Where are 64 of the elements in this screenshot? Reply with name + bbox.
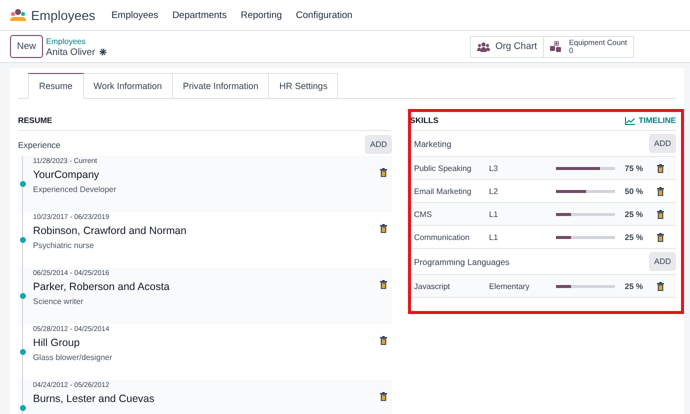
job-title: Science writer — [33, 297, 84, 306]
menu-item[interactable]: Employees — [111, 10, 158, 20]
record-name: Anita Oliver — [46, 46, 96, 58]
timeline-link[interactable]: TIMELINE — [624, 116, 676, 125]
line-chart-icon — [624, 116, 635, 124]
skill-level: L1 — [489, 210, 499, 218]
trash-icon[interactable] — [657, 186, 664, 196]
company-name: Burns, Lester and Cuevas — [33, 393, 156, 405]
skill-name: Javascript — [414, 282, 452, 290]
menu-item[interactable]: Departments — [172, 10, 227, 20]
company-name: Hill Group — [33, 337, 81, 349]
job-title: Glass blower/designer — [33, 353, 114, 362]
tab[interactable]: Private Information — [172, 73, 270, 99]
timeline-dot — [20, 181, 26, 187]
menu-item[interactable]: Reporting — [240, 10, 282, 20]
company-name: YourCompany — [33, 169, 100, 181]
company-name: Parker, Roberson and Acosta — [33, 281, 171, 293]
breadcrumb-link[interactable]: Employees — [46, 36, 108, 46]
skill-level: L3 — [489, 164, 499, 172]
job-title: Psychiatric nurse — [33, 241, 95, 250]
skill-percent: 25 % — [624, 282, 643, 290]
add-button[interactable]: ADD — [649, 134, 676, 153]
menu-item[interactable]: Configuration — [296, 10, 352, 20]
skill-name: Public Speaking — [414, 164, 472, 172]
skill-percent: 25 % — [624, 232, 643, 242]
skill-group-label: Marketing — [414, 138, 452, 148]
skill-name: CMS — [414, 210, 433, 218]
trash-icon[interactable] — [380, 280, 387, 289]
section-title: SKILLS — [410, 116, 438, 125]
tab[interactable]: Work Information — [84, 73, 173, 99]
timeline-dot — [20, 237, 26, 243]
trash-icon[interactable] — [380, 168, 387, 177]
skill-level: L1 — [489, 232, 499, 242]
trash-icon[interactable] — [380, 392, 387, 401]
new-button[interactable]: New — [10, 35, 44, 58]
skill-group-label: Programming Languages — [414, 256, 510, 266]
skill-level: Elementary — [489, 282, 530, 290]
people-icon — [477, 42, 490, 52]
skill-level: L2 — [489, 186, 499, 196]
skill-percent: 50 % — [624, 186, 643, 196]
trash-icon[interactable] — [380, 336, 387, 345]
trash-icon[interactable] — [657, 210, 664, 218]
timeline-dot — [20, 293, 26, 299]
skill-name: Email Marketing — [414, 186, 472, 196]
trash-icon[interactable] — [380, 224, 387, 233]
add-button[interactable]: ADD — [649, 252, 676, 271]
app-logo-icon[interactable] — [10, 9, 26, 21]
tab[interactable]: Resume — [28, 73, 84, 99]
section-title: RESUME — [18, 116, 52, 125]
skill-percent: 75 % — [624, 164, 643, 172]
section-label: Experience — [18, 140, 61, 150]
job-title: Experienced Developer — [33, 185, 118, 194]
skill-name: Communication — [414, 232, 471, 242]
skill-percent: 25 % — [624, 210, 643, 218]
settings-icon[interactable] — [99, 48, 108, 56]
timeline-dot — [20, 405, 26, 411]
add-button[interactable]: ADD — [365, 135, 392, 154]
tab[interactable]: HR Settings — [269, 73, 338, 99]
trash-icon[interactable] — [657, 232, 664, 242]
trash-icon[interactable] — [657, 164, 664, 172]
trash-icon[interactable] — [657, 282, 664, 290]
app-name[interactable]: Employees — [31, 8, 96, 22]
timeline-dot — [20, 349, 26, 355]
company-name: Robinson, Crawford and Norman — [33, 225, 188, 237]
